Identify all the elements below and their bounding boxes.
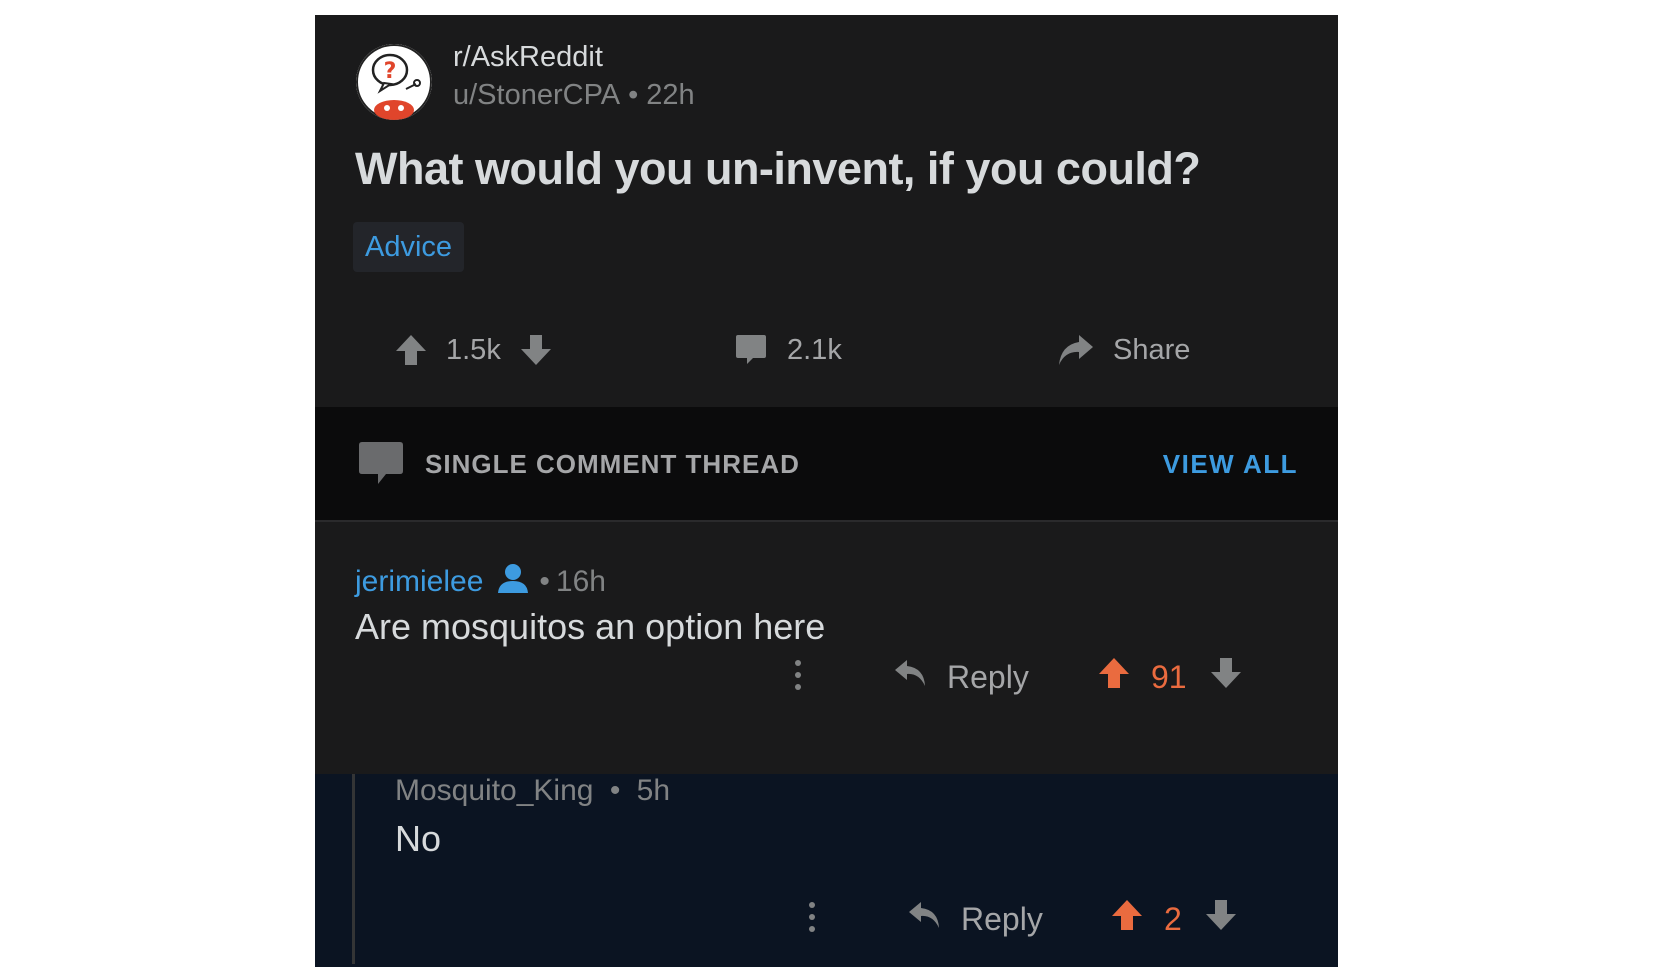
post-upvote-count: 1.5k xyxy=(446,333,501,366)
speech-bubble-icon xyxy=(356,439,406,492)
arrow-up-icon[interactable] xyxy=(1097,656,1131,698)
reply-label: Reply xyxy=(947,658,1029,695)
meta-separator: • xyxy=(609,774,621,807)
comment-body: Are mosquitos an option here xyxy=(355,606,826,647)
subreddit-name[interactable]: r/AskReddit xyxy=(453,41,603,74)
arrow-up-icon[interactable] xyxy=(394,333,428,367)
comment-author[interactable]: Mosquito_King xyxy=(395,774,593,807)
post-author[interactable]: u/StonerCPA xyxy=(453,79,620,111)
comment-meta: Mosquito_King • 5h xyxy=(395,774,670,808)
reply-comment: Mosquito_King • 5h No Reply 2 xyxy=(315,774,1338,967)
post-meta: u/StonerCPA • 22h xyxy=(453,79,695,112)
meta-separator: • xyxy=(628,79,639,111)
speech-bubble-icon xyxy=(733,332,769,368)
post-actions: 1.5k 2.1k Share xyxy=(315,325,1338,375)
comment-author[interactable]: jerimielee xyxy=(355,565,483,599)
comment-vote: 2 xyxy=(1110,894,1238,944)
comment-score: 91 xyxy=(1151,658,1187,695)
share-button[interactable]: Share xyxy=(1055,325,1190,375)
comment-age: 16h xyxy=(555,565,606,598)
single-thread-bar: SINGLE COMMENT THREAD VIEW ALL xyxy=(315,407,1338,522)
arrow-down-icon[interactable] xyxy=(519,333,553,367)
comment-meta: jerimielee • 16h xyxy=(355,562,606,602)
reply-button[interactable]: Reply xyxy=(893,652,1029,702)
post-card: ? r/AskReddit u/StonerCPA • 22h What would… xyxy=(315,15,1338,407)
comment-actions: Reply 91 xyxy=(315,652,1338,702)
comment-body: No xyxy=(395,818,442,859)
post-title[interactable]: What would you un-invent, if you could? xyxy=(355,143,1201,195)
comment-age: 5h xyxy=(636,774,671,807)
svg-text:?: ? xyxy=(384,59,397,84)
post-flair[interactable]: Advice xyxy=(353,222,465,272)
share-arrow-icon xyxy=(1055,331,1095,369)
comment-score: 2 xyxy=(1164,900,1182,937)
post-age: 22h xyxy=(646,79,695,111)
reply-arrow-icon xyxy=(907,898,943,940)
share-label: Share xyxy=(1113,333,1191,366)
askreddit-snoo-icon[interactable]: ? xyxy=(356,44,432,120)
reddit-post-screenshot: ? r/AskReddit u/StonerCPA • 22h What would… xyxy=(315,15,1338,967)
view-all-link[interactable]: VIEW ALL xyxy=(1163,449,1298,480)
comment-count: 2.1k xyxy=(787,333,842,366)
vote-group: 1.5k xyxy=(394,325,553,375)
arrow-down-icon[interactable] xyxy=(1204,898,1238,940)
arrow-down-icon[interactable] xyxy=(1209,656,1243,698)
comment: jerimielee • 16h Are mosquitos an option… xyxy=(315,522,1338,774)
comment-actions: Reply 2 xyxy=(315,894,1338,944)
comment-vote: 91 xyxy=(1097,652,1243,702)
comments-button[interactable]: 2.1k xyxy=(733,325,842,375)
reply-label: Reply xyxy=(961,900,1043,937)
reply-button[interactable]: Reply xyxy=(907,894,1043,944)
meta-separator: • xyxy=(539,565,550,598)
arrow-up-icon[interactable] xyxy=(1110,898,1144,940)
thread-label: SINGLE COMMENT THREAD xyxy=(425,449,800,479)
kebab-menu-icon[interactable] xyxy=(809,902,815,938)
user-icon xyxy=(497,562,529,602)
reply-arrow-icon xyxy=(893,656,929,698)
kebab-menu-icon[interactable] xyxy=(795,660,801,696)
